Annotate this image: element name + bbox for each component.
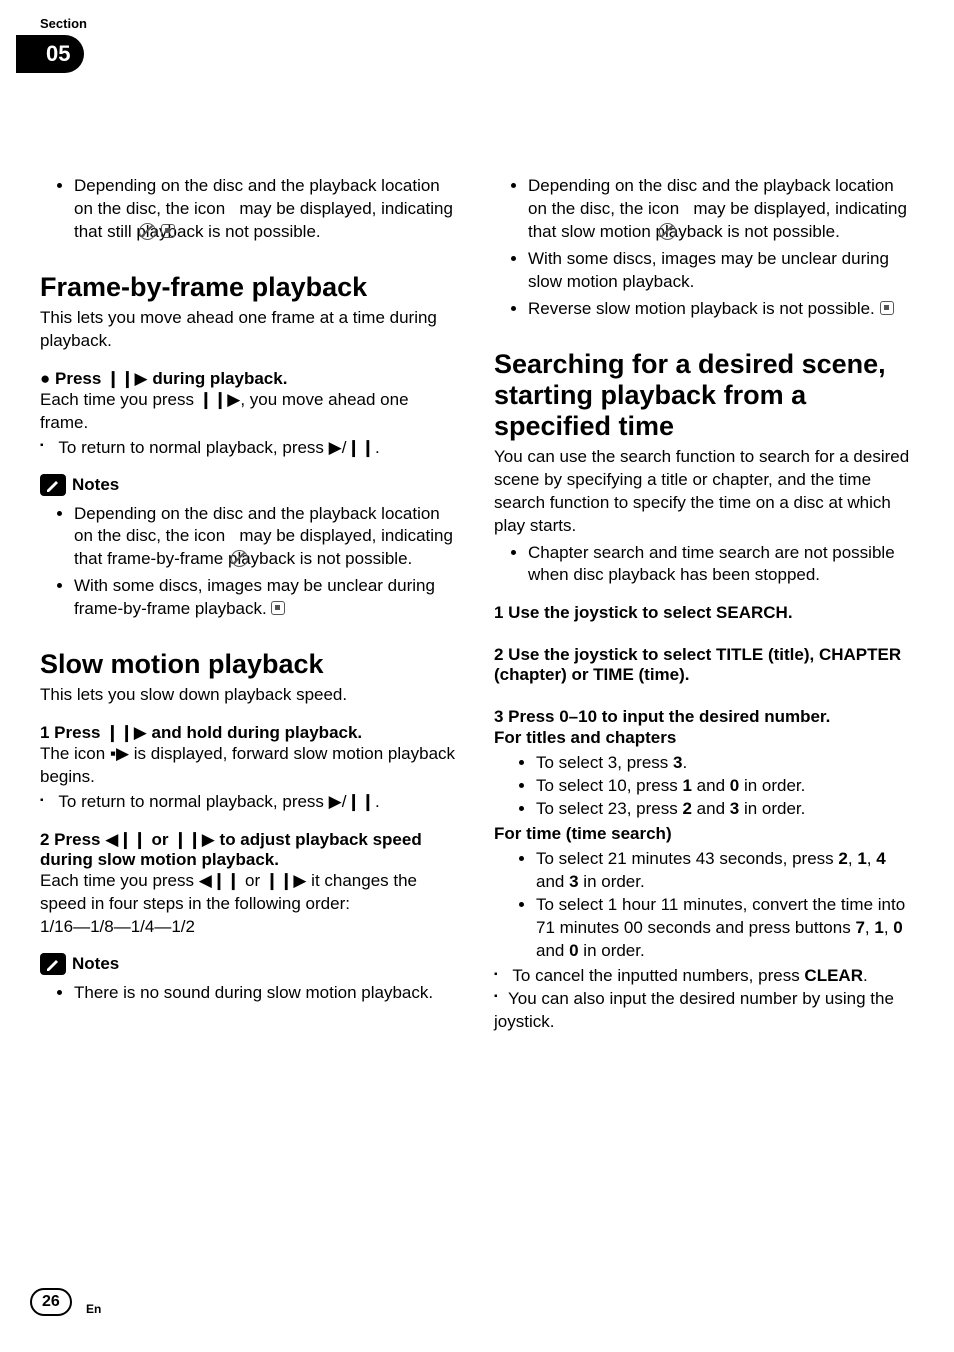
joystick-input-note: You can also input the desired number by… [494,988,914,1034]
ex-title-23: To select 23, press 2 and 3 in order. [536,798,914,821]
search-limitation: Chapter search and time search are not p… [528,542,914,588]
frame-back-icon: ◀❙❙ [105,830,147,849]
language-label: En [86,1302,101,1316]
ex-time-1h11: To select 1 hour 11 minutes, convert the… [536,894,914,963]
still-playback-note: Depending on the disc and the playback l… [74,175,460,244]
section-number-badge: 05 [16,35,84,73]
frame-advance-icon: ❙❙▶ [105,723,147,742]
frame-advance-icon: ❙❙▶ [265,871,307,890]
left-column: Depending on the disc and the playback l… [40,175,460,1034]
chapter-title: Playing DVD video discs [74,35,383,77]
right-column: Depending on the disc and the playback l… [494,175,914,1034]
frame-advance-icon: ❙❙▶ [199,390,241,409]
slow-step-1-body: The icon ▪▶ is displayed, forward slow m… [40,743,460,789]
ex-title-10: To select 10, press 1 and 0 in order. [536,775,914,798]
search-intro: You can use the search function to searc… [494,446,914,538]
play-pause-icon: ▶/❙❙ [329,438,375,457]
slow-return-note: To return to normal playback, press ▶/❙❙… [40,791,460,814]
pencil-icon [40,953,66,975]
frame-advance-icon: ❙❙▶ [106,369,148,388]
frame-note-1: Depending on the disc and the playback l… [74,503,460,572]
ex-time-2143: To select 21 minutes 43 seconds, press 2… [536,848,914,894]
heading-frame-by-frame: Frame-by-frame playback [40,272,460,303]
heading-slow-motion: Slow motion playback [40,649,460,680]
notes-label: Notes [72,954,119,974]
frame-advance-icon: ❙❙▶ [173,830,215,849]
frame-step-body: Each time you press ❙❙▶, you move ahead … [40,389,460,435]
frame-back-icon: ◀❙❙ [199,871,241,890]
slow-note-reverse: Reverse slow motion playback is not poss… [528,298,914,321]
section-label: Section [40,16,914,31]
slow-step-2-body: Each time you press ◀❙❙ or ❙❙▶ it change… [40,870,460,916]
search-step-2: 2 Use the joystick to select TITLE (titl… [494,645,914,685]
page-number: 26 [30,1288,72,1316]
frame-return-note: To return to normal playback, press ▶/❙❙… [40,437,460,460]
slow-note-unclear: With some discs, images may be unclear d… [528,248,914,294]
slow-note-disc: Depending on the disc and the playback l… [528,175,914,244]
search-step-3: 3 Press 0–10 to input the desired number… [494,707,914,727]
frame-note-2: With some discs, images may be unclear d… [74,575,460,621]
slow-step-1: 1 Press ❙❙▶ and hold during playback. [40,723,460,743]
slow-intro: This lets you slow down playback speed. [40,684,460,707]
cancel-note: To cancel the inputted numbers, press CL… [494,965,914,988]
heading-search: Searching for a desired scene, starting … [494,349,914,442]
stop-icon [161,224,175,238]
slow-note-1: There is no sound during slow motion pla… [74,982,460,1005]
slow-step-2: 2 Press ◀❙❙ or ❙❙▶ to adjust playback sp… [40,830,460,870]
search-step-1: 1 Use the joystick to select SEARCH. [494,603,914,623]
notes-label: Notes [72,475,119,495]
for-time-label: For time (time search) [494,823,914,846]
stop-icon [880,301,894,315]
stop-icon [271,601,285,615]
frame-intro: This lets you move ahead one frame at a … [40,307,460,353]
for-titles-label: For titles and chapters [494,727,914,750]
pencil-icon [40,474,66,496]
header-pill-right [450,35,914,77]
slow-fwd-icon: ▪▶ [110,744,129,763]
header: Playing DVD video discs 05 [40,35,914,85]
frame-step: ● Press ❙❙▶ during playback. [40,369,460,389]
play-pause-icon: ▶/❙❙ [329,792,375,811]
slow-speeds: 1/16—1/8—1/4—1/2 [40,916,460,939]
ex-title-3: To select 3, press 3. [536,752,914,775]
prohibit-icon [659,223,676,240]
